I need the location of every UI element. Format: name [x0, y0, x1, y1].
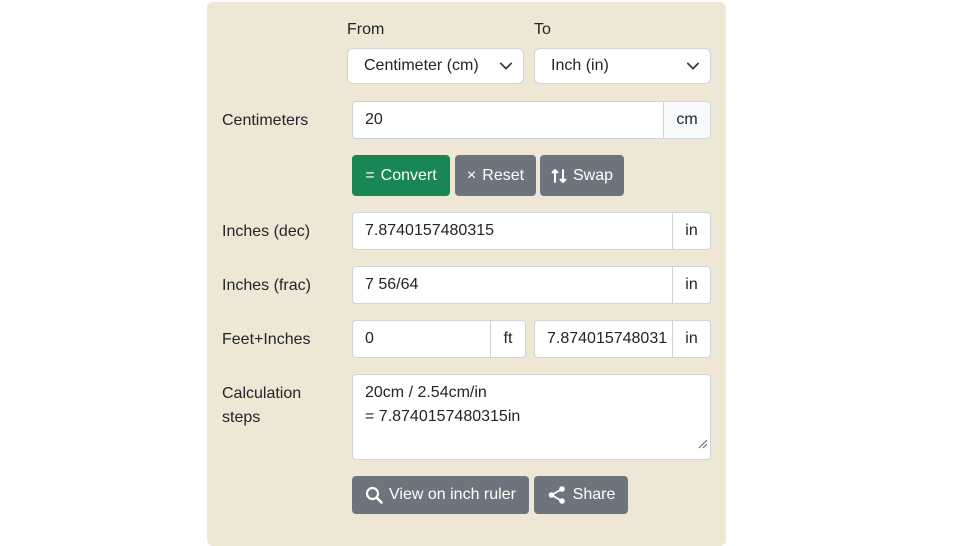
to-label: To: [534, 21, 551, 38]
centimeters-input[interactable]: 20: [352, 101, 664, 139]
equals-icon: =: [365, 166, 375, 184]
times-icon: ×: [466, 166, 477, 184]
from-label: From: [347, 21, 385, 38]
chevron-down-icon: [499, 49, 513, 83]
to-unit-select[interactable]: Inch (in): [534, 48, 711, 84]
share-button-label: Share: [572, 486, 616, 503]
inches-frac-output[interactable]: 7 56/64: [352, 266, 673, 304]
swap-vertical-arrows-icon: [551, 168, 567, 184]
view-on-ruler-label: View on inch ruler: [389, 486, 516, 503]
feet-inches-label: Feet+Inches: [222, 331, 311, 348]
share-button[interactable]: Share: [534, 476, 628, 514]
inches-dec-output[interactable]: 7.8740157480315: [352, 212, 673, 250]
steps-line-2: = 7.8740157480315in: [365, 408, 521, 425]
ft-unit-addon: ft: [490, 320, 526, 358]
in-unit-addon: in: [672, 266, 711, 304]
swap-button-label: Swap: [572, 166, 614, 184]
input-label: Centimeters: [222, 112, 309, 129]
in-unit-addon: in: [672, 320, 711, 358]
steps-label-line1: Calculation: [222, 385, 302, 402]
to-unit-value: Inch (in): [551, 57, 609, 74]
cm-unit-addon: cm: [663, 101, 711, 139]
search-icon: [365, 486, 383, 504]
steps-line-1: 20cm / 2.54cm/in: [365, 384, 487, 401]
resize-grip-icon[interactable]: [696, 433, 708, 457]
convert-button-label: Convert: [380, 166, 437, 184]
reset-button[interactable]: × Reset: [455, 155, 536, 196]
from-unit-select[interactable]: Centimeter (cm): [347, 48, 524, 84]
steps-label-line2: steps: [222, 409, 261, 426]
chevron-down-icon: [686, 49, 700, 83]
dec-result-label: Inches (dec): [222, 223, 311, 240]
from-unit-value: Centimeter (cm): [364, 57, 479, 74]
calculation-steps-textarea[interactable]: 20cm / 2.54cm/in = 7.8740157480315in: [352, 374, 711, 460]
view-on-ruler-button[interactable]: View on inch ruler: [352, 476, 529, 514]
feet-output[interactable]: 0: [352, 320, 491, 358]
inches-remainder-output[interactable]: 7.874015748031: [534, 320, 673, 358]
swap-button[interactable]: Swap: [540, 155, 624, 196]
share-icon: [547, 485, 567, 505]
in-unit-addon: in: [672, 212, 711, 250]
frac-result-label: Inches (frac): [222, 277, 311, 294]
reset-button-label: Reset: [482, 166, 525, 184]
convert-button[interactable]: = Convert: [352, 155, 450, 196]
